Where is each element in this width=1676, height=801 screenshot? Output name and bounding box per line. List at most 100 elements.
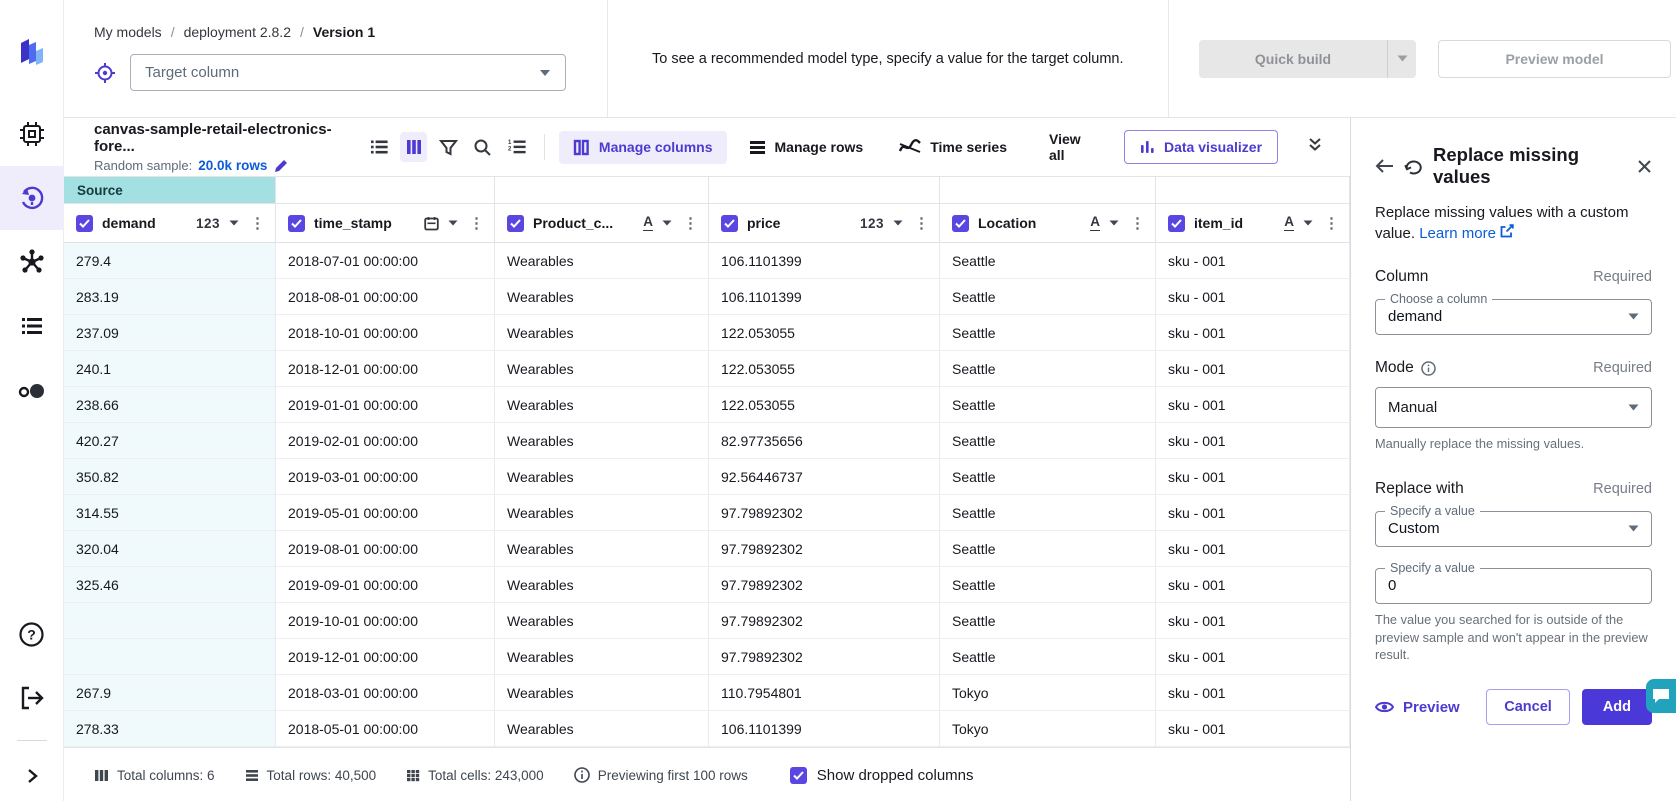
column-checkbox[interactable] (952, 215, 969, 232)
table-cell: Tokyo (940, 675, 1156, 710)
breadcrumb-version[interactable]: Version 1 (313, 24, 375, 40)
sidebar-item-automations[interactable] (0, 358, 64, 422)
data-visualizer-button[interactable]: Data visualizer (1124, 130, 1278, 164)
table-row: 237.092018-10-01 00:00:00Wearables122.05… (64, 315, 1350, 351)
preview-button[interactable]: Preview (1375, 699, 1460, 716)
sidebar-item-sign-out[interactable] (0, 666, 64, 730)
breadcrumb-deployment[interactable]: deployment 2.8.2 (184, 24, 291, 40)
close-panel-button[interactable] (1637, 159, 1652, 174)
back-button[interactable] (1375, 158, 1394, 174)
column-header-price[interactable]: price123⋮ (709, 204, 940, 242)
table-cell: 320.04 (64, 531, 276, 566)
time-series-icon (899, 139, 921, 155)
cells-grid-icon (406, 769, 420, 782)
add-button[interactable]: Add (1582, 689, 1652, 725)
chat-widget-button[interactable] (1646, 679, 1676, 713)
sidebar-item-canvas-active[interactable] (0, 166, 64, 230)
column-menu-button[interactable]: ⋮ (1128, 214, 1147, 232)
external-link-icon[interactable] (1500, 224, 1514, 238)
column-checkbox[interactable] (288, 215, 305, 232)
column-header-time-stamp[interactable]: time_stamp⋮ (276, 204, 495, 242)
table-cell: Wearables (495, 603, 709, 638)
custom-value-input[interactable]: 0 (1388, 577, 1639, 594)
canvas-logo[interactable] (0, 20, 64, 84)
column-menu-button[interactable]: ⋮ (248, 214, 267, 232)
view-all-button[interactable]: View all (1049, 131, 1094, 163)
sidebar-item-compute[interactable] (0, 102, 64, 166)
sidebar-item-datasets[interactable] (0, 294, 64, 358)
chevron-down-icon (1628, 313, 1639, 320)
table-cell: Seattle (940, 459, 1156, 494)
column-header-location[interactable]: LocationA⋮ (940, 204, 1156, 242)
numbered-list-button[interactable]: 1 2 (504, 132, 530, 162)
arrow-left-icon (1375, 158, 1394, 174)
close-icon (1637, 159, 1652, 174)
sign-out-icon (19, 685, 45, 711)
sample-rows-link[interactable]: 20.0k rows (198, 158, 267, 173)
table-cell: 2018-05-01 00:00:00 (276, 711, 495, 746)
random-sample-label: Random sample: (94, 158, 192, 173)
column-header-demand[interactable]: demand123⋮ (64, 204, 276, 242)
collapse-toolbar-button[interactable] (1308, 137, 1322, 157)
mode-select[interactable]: Manual (1375, 387, 1652, 428)
column-select[interactable]: Choose a column demand (1375, 292, 1652, 335)
breadcrumb-separator: / (300, 24, 304, 40)
table-cell: 278.33 (64, 711, 276, 746)
column-checkbox[interactable] (721, 215, 738, 232)
table-cell: Wearables (495, 459, 709, 494)
edit-pencil-icon[interactable] (273, 158, 289, 174)
data-visualizer-label: Data visualizer (1164, 139, 1262, 155)
table-cell: 2018-12-01 00:00:00 (276, 351, 495, 386)
breadcrumb-my-models[interactable]: My models (94, 24, 162, 40)
table-cell (64, 603, 276, 638)
total-columns-stat: Total columns: 6 (94, 768, 215, 783)
table-cell: Wearables (495, 423, 709, 458)
column-name: price (747, 215, 780, 231)
quick-build-caret-button[interactable] (1387, 40, 1416, 78)
quick-build-button[interactable]: Quick build (1199, 40, 1387, 78)
svg-text:1: 1 (508, 140, 512, 146)
manage-rows-button[interactable]: Manage rows (735, 131, 878, 163)
replace-missing-values-panel: Replace missing values Replace missing v… (1350, 118, 1676, 801)
manage-columns-button[interactable]: Manage columns (559, 131, 727, 164)
rows-icon (749, 140, 766, 155)
column-section-label: Column (1375, 268, 1428, 286)
table-cell: 97.79892302 (709, 495, 940, 530)
column-checkbox[interactable] (76, 215, 93, 232)
grid-view-button[interactable] (400, 132, 426, 162)
column-menu-button[interactable]: ⋮ (681, 214, 700, 232)
column-checkbox[interactable] (1168, 215, 1185, 232)
search-button[interactable] (469, 132, 495, 162)
target-column-select[interactable]: Target column (130, 54, 566, 91)
sidebar-expand-button[interactable] (0, 751, 64, 801)
list-view-button[interactable] (366, 132, 392, 162)
column-header-product-c-[interactable]: Product_c...A⋮ (495, 204, 709, 242)
column-name: Product_c... (533, 215, 613, 231)
column-menu-button[interactable]: ⋮ (467, 214, 486, 232)
table-row: 2019-12-01 00:00:00Wearables97.79892302S… (64, 639, 1350, 675)
info-icon[interactable] (1421, 361, 1436, 376)
learn-more-link[interactable]: Learn more (1419, 225, 1496, 242)
show-dropped-columns-checkbox[interactable] (790, 767, 807, 784)
custom-value-field[interactable]: Specify a value 0 (1375, 561, 1652, 604)
time-series-button[interactable]: Time series (885, 131, 1021, 163)
column-checkbox[interactable] (507, 215, 524, 232)
table-cell: 279.4 (64, 243, 276, 278)
sidebar-item-models[interactable] (0, 230, 64, 294)
model-type-hint: To see a recommended model type, specify… (652, 51, 1124, 67)
cancel-button[interactable]: Cancel (1486, 689, 1570, 725)
manage-columns-label: Manage columns (599, 139, 713, 155)
column-menu-button[interactable]: ⋮ (912, 214, 931, 232)
preview-model-button[interactable]: Preview model (1438, 40, 1671, 78)
sidebar-item-help[interactable]: ? (0, 602, 64, 666)
grid-header-row: demand123⋮time_stamp⋮Product_c...A⋮price… (64, 204, 1350, 243)
source-tab[interactable]: Source (64, 177, 276, 203)
replace-with-select[interactable]: Specify a value Custom (1375, 504, 1652, 547)
column-menu-button[interactable]: ⋮ (1322, 214, 1341, 232)
table-cell: sku - 001 (1156, 459, 1350, 494)
table-cell: Wearables (495, 495, 709, 530)
mode-section-label: Mode (1375, 359, 1436, 377)
column-header-item-id[interactable]: item_idA⋮ (1156, 204, 1350, 242)
filter-button[interactable] (435, 132, 461, 162)
table-cell: 2019-09-01 00:00:00 (276, 567, 495, 602)
